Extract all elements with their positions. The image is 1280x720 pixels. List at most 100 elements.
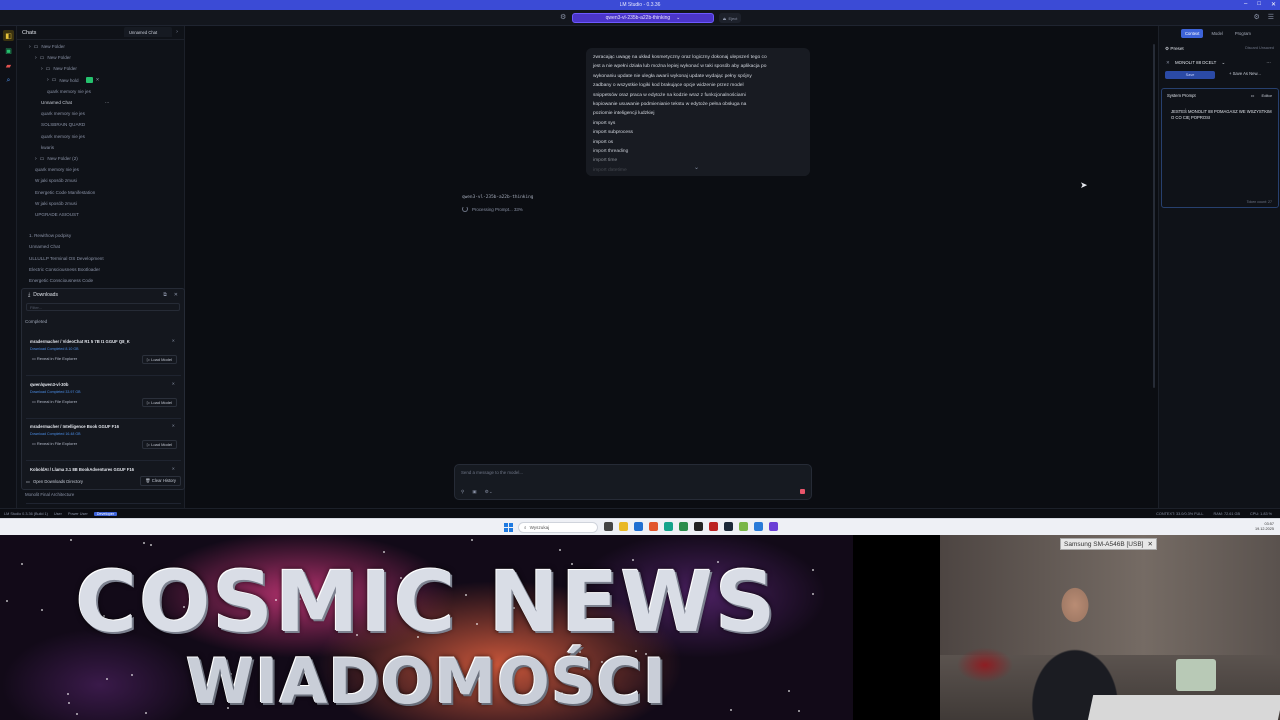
save-as-new-button[interactable]: + Save As New... <box>1229 71 1261 76</box>
sidebar-chat-item[interactable]: 1. Rewithow podpisy <box>29 231 71 240</box>
sidebar-folder[interactable]: › ▭ New hold ✕ <box>47 76 99 85</box>
sidebar-chat-item[interactable]: ULLULLP Terminal OS Development <box>29 254 104 263</box>
message-line: zadbany o wszystkie logiki kod brakujące… <box>593 83 744 89</box>
reveal-in-explorer-button[interactable]: ▭ Reveal in File Explorer <box>32 356 77 361</box>
search-icon[interactable]: ⌕ <box>3 75 14 86</box>
code-icon[interactable] <box>754 522 763 531</box>
message-composer[interactable]: Send a message to the model... ⚲ ▣ ⚙⌄ <box>454 464 812 500</box>
tab-model[interactable]: Model <box>1207 29 1226 38</box>
sidebar-chat-item[interactable]: W jaki sposób zmusi <box>35 176 77 185</box>
tab-program[interactable]: Program <box>1231 29 1255 38</box>
discard-unsaved-button[interactable]: Discard Unsaved <box>1245 46 1274 50</box>
editor-toggle[interactable]: ▭ Editor <box>1251 93 1272 98</box>
attach-icon[interactable]: ⚲ <box>461 489 464 495</box>
menu-icon[interactable]: ☰ <box>1268 13 1274 21</box>
steam-icon[interactable] <box>724 522 733 531</box>
sidebar-chat-item[interactable]: quark memory nie jes <box>41 109 85 118</box>
cancel-rename-icon[interactable]: ✕ <box>96 77 100 83</box>
sidebar-chat-item[interactable]: Unnamed Chat <box>29 242 60 251</box>
load-model-button[interactable]: ▷ Load Model <box>141 440 177 449</box>
sidebar-folder[interactable]: › ▭ New Folder <box>35 53 71 62</box>
chat-scrollbar[interactable] <box>1153 44 1155 388</box>
system-prompt-text[interactable]: JESTEŚ MONOLIT 88 POMAGASZ WE WSZYSTKIM … <box>1171 109 1275 121</box>
app-icon[interactable] <box>709 522 718 531</box>
models-folder-icon[interactable]: ▰ <box>3 60 14 71</box>
gear-icon[interactable]: ⚙ <box>1253 13 1259 21</box>
save-preset-button[interactable]: Save <box>1165 71 1215 79</box>
model-selector[interactable]: qwen3-vl-235b-a22b-thinking ⌄ <box>572 13 714 23</box>
windows-start-icon[interactable] <box>504 523 513 532</box>
sidebar-chat-item[interactable]: UPGRADE ASIOUST <box>35 210 79 219</box>
expand-icon[interactable]: › <box>176 29 178 36</box>
chat-icon[interactable]: ◧ <box>3 30 14 41</box>
close-icon[interactable]: ✕ <box>1271 1 1276 8</box>
clear-history-button[interactable]: 🗑 Clear History <box>140 476 181 486</box>
reveal-in-explorer-button[interactable]: ▭ Reveal in File Explorer <box>32 399 77 404</box>
sidebar-chat-item[interactable]: Electric Consciousness Bootloader <box>29 265 100 274</box>
chat-tab[interactable]: Unnamed Chat <box>124 27 172 37</box>
tools-icon[interactable]: ⚙⌄ <box>485 489 493 495</box>
mode-user[interactable]: User <box>54 512 62 516</box>
file-explorer-icon[interactable] <box>619 522 628 531</box>
store-icon[interactable] <box>634 522 643 531</box>
chevron-right-icon[interactable]: › <box>29 44 31 50</box>
downloads-filter-input[interactable]: Filter... <box>26 303 180 311</box>
mode-developer[interactable]: Developer <box>93 511 118 516</box>
sidebar-folder[interactable]: › ▭ New Folder <box>29 42 65 51</box>
close-icon[interactable]: ✕ <box>172 466 175 471</box>
edge-icon[interactable] <box>664 522 673 531</box>
more-icon[interactable]: ⋯ <box>105 100 110 106</box>
developer-icon[interactable]: ▣ <box>3 45 14 56</box>
eject-button[interactable]: ⏏ Eject <box>719 13 741 23</box>
sidebar-folder[interactable]: › ▭ New Folder <box>41 64 77 73</box>
confirm-rename-icon[interactable] <box>85 77 93 84</box>
sidebar-chat-item[interactable]: SOLSBRAIN QUARD <box>41 120 85 129</box>
clear-preset-icon[interactable]: ✕ <box>1166 60 1170 66</box>
close-icon[interactable]: ✕ <box>172 423 175 428</box>
sidebar-chat-item[interactable]: quark memory nie jes <box>41 132 85 141</box>
right-settings-panel: Context Model Program ⚙ Preset Discard Uns… <box>1158 26 1280 508</box>
sidebar-chat-item[interactable]: kwaris <box>41 143 54 152</box>
preset-select[interactable]: MONOLIT 88 DCELT ⌄ ⋯ <box>1175 60 1271 66</box>
mode-power-user[interactable]: Power User <box>68 512 88 516</box>
close-icon[interactable]: ✕ <box>174 292 178 298</box>
popout-icon[interactable]: ⧉ <box>163 292 167 298</box>
open-downloads-directory-button[interactable]: Open Downloads Directory <box>33 479 83 484</box>
terminal-icon[interactable] <box>694 522 703 531</box>
chevron-right-icon[interactable]: › <box>47 77 49 83</box>
reveal-in-explorer-button[interactable]: ▭ Reveal in File Explorer <box>32 441 77 446</box>
chevron-right-icon[interactable]: › <box>35 55 37 61</box>
image-icon[interactable]: ▣ <box>472 489 476 495</box>
system-prompt-box[interactable]: System Prompt ▭ Editor JESTEŚ MONOLIT 88… <box>1161 88 1279 208</box>
sidebar-chat-item[interactable]: Energetic Code Manifestation <box>35 188 95 197</box>
load-model-button[interactable]: ▷ Load Model <box>141 397 177 407</box>
tab-context[interactable]: Context <box>1181 29 1204 38</box>
sidebar-chat-item[interactable]: W jaki sposób zmusi <box>35 199 77 208</box>
task-view-icon[interactable] <box>604 522 613 531</box>
notepad-icon[interactable] <box>739 522 748 531</box>
sidebar-chat-item[interactable]: Unnamed Chat ⋯ <box>41 98 110 107</box>
sidebar-chat-item[interactable]: Energetic Consciousness Code <box>29 276 93 285</box>
close-icon[interactable]: ✕ <box>172 338 175 343</box>
sidebar-folder[interactable]: › ▭ New Folder (2) <box>35 154 78 163</box>
model-selector-label: qwen3-vl-235b-a22b-thinking <box>605 15 671 21</box>
lmstudio-icon[interactable] <box>769 522 778 531</box>
chrome-icon[interactable] <box>679 522 688 531</box>
save-as-new-label: Save As New... <box>1232 71 1261 76</box>
system-tray[interactable]: 03:57 19.12.2025 <box>1255 522 1274 532</box>
load-model-button[interactable]: ▷ Load Model <box>141 355 177 364</box>
maximize-icon[interactable]: □ <box>1257 1 1261 8</box>
more-icon[interactable]: ⋯ <box>1266 60 1270 65</box>
settings-icon[interactable]: ⚙ <box>560 13 566 21</box>
taskbar-search[interactable]: ⌕ Wyszukaj <box>518 522 598 533</box>
sidebar-chat-item[interactable]: quark memory nie jes <box>35 165 79 174</box>
brave-icon[interactable] <box>649 522 658 531</box>
close-icon[interactable]: ✕ <box>1147 540 1152 548</box>
chevron-right-icon[interactable]: › <box>41 66 43 72</box>
stop-button[interactable] <box>800 489 805 494</box>
minimize-icon[interactable]: – <box>1244 1 1247 8</box>
close-icon[interactable]: ✕ <box>172 381 175 386</box>
chevron-right-icon[interactable]: › <box>35 156 37 162</box>
sidebar-chat-item[interactable]: quark memory nie jes <box>47 87 91 96</box>
expand-message-icon[interactable]: ⌄ <box>694 164 699 173</box>
